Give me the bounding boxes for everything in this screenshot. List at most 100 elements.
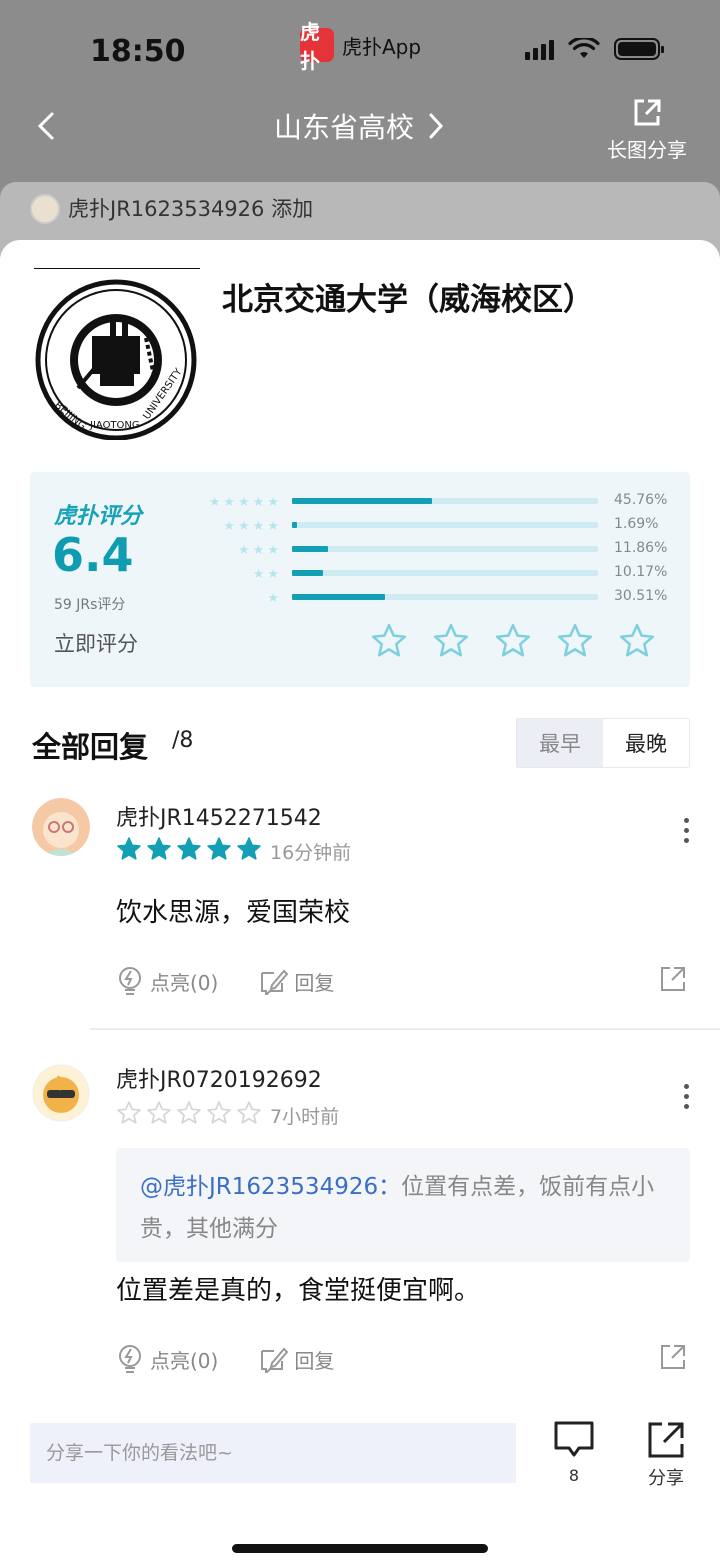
star-filled-icon (117, 837, 141, 860)
rating-count: 59 JRs评分 (54, 597, 126, 613)
sort-latest-button[interactable]: 最晚 (603, 719, 689, 767)
distribution-stars: ★★★★★ (208, 495, 282, 510)
signal-icon (525, 38, 554, 60)
avatar[interactable] (32, 1064, 90, 1122)
long-image-share-button[interactable]: 长图分享 (602, 98, 692, 163)
school-name: 北京交通大学（威海校区） (222, 282, 594, 318)
distribution-percent: 10.17% (614, 564, 668, 580)
distribution-bar-track (292, 594, 598, 600)
comment-username[interactable]: 虎扑JR0720192692 (116, 1062, 322, 1094)
reply-label: 回复 (294, 970, 335, 995)
sort-toggle: 最早 最晚 (516, 718, 690, 768)
like-button[interactable]: 点亮(0) (116, 1344, 218, 1374)
battery-icon (614, 38, 664, 60)
distribution-percent: 45.76% (614, 492, 668, 508)
school-logo: BEIJING JIAOTONG UNIVERSITY (34, 268, 200, 440)
status-time: 18:50 (90, 34, 186, 69)
rating-panel: 虎扑评分 6.4 59 JRs评分 立即评分 ★★★★★ 45.76% ★★★★ 1.… (30, 472, 690, 687)
sort-earliest-button[interactable]: 最早 (517, 719, 603, 767)
share-comment-icon[interactable] (660, 966, 686, 992)
distribution-row: ★★★★ 1.69% (190, 516, 670, 540)
distribution-percent: 30.51% (614, 588, 668, 604)
distribution-row: ★★★ 11.86% (190, 540, 670, 564)
divider (90, 1028, 720, 1030)
app-badge: 虎扑 虎扑App (300, 20, 422, 73)
lightbulb-icon (119, 1345, 141, 1373)
bottom-bar: 分享一下你的看法吧~ 8 分享 (0, 1420, 720, 1561)
like-button[interactable]: 点亮(0) (116, 966, 218, 996)
star-outline-icon (207, 1101, 231, 1124)
average-score: 6.4 (52, 528, 134, 582)
star-outline-icon[interactable] (618, 622, 656, 660)
star-filled-icon (147, 837, 171, 860)
distribution-bar-fill (292, 594, 386, 600)
distribution-bar-fill (292, 570, 324, 576)
home-indicator (232, 1544, 488, 1553)
edit-reply-icon (261, 1347, 289, 1373)
university-seal-icon: BEIJING JIAOTONG UNIVERSITY (35, 279, 197, 440)
star-filled-icon (177, 837, 201, 860)
more-options-icon[interactable] (682, 818, 690, 848)
comments-button[interactable]: 8 (552, 1420, 596, 1485)
reply-button[interactable]: 回复 (258, 1345, 334, 1374)
comment-time: 7小时前 (270, 1106, 340, 1128)
star-filled-icon (207, 837, 231, 860)
comment-bubble-icon (554, 1421, 594, 1457)
comment-body: 位置差是真的，食堂挺便宜啊。 (116, 1276, 481, 1306)
nav-title-text: 山东省高校 (273, 111, 414, 144)
star-outline-icon[interactable] (370, 622, 408, 660)
edit-reply-icon (261, 969, 289, 995)
star-outline-icon (237, 1101, 261, 1124)
share-button[interactable]: 分享 (640, 1420, 692, 1490)
reply-button[interactable]: 回复 (258, 967, 334, 996)
share-comment-icon[interactable] (660, 1344, 686, 1370)
distribution-bar-fill (292, 522, 298, 528)
star-filled-icon (237, 837, 261, 860)
hupu-app-icon: 虎扑 (300, 20, 334, 73)
star-outline-icon (117, 1101, 141, 1124)
comment-input[interactable]: 分享一下你的看法吧~ (30, 1423, 516, 1483)
rating-distribution: ★★★★★ 45.76% ★★★★ 1.69% ★★★ 11.86% ★★ 10.17% ★ 30… (190, 492, 670, 612)
comment-rating (116, 836, 262, 862)
star-outline-icon[interactable] (556, 622, 594, 660)
distribution-row: ★★ 10.17% (190, 564, 670, 588)
wifi-icon (568, 38, 600, 58)
app-name: 虎扑App (342, 34, 422, 59)
lightbulb-icon (119, 967, 141, 995)
distribution-bar-fill (292, 498, 433, 504)
quote-username[interactable]: @虎扑JR1623534926： (140, 1174, 401, 1200)
share-label: 分享 (648, 1468, 684, 1489)
rate-stars-input[interactable] (370, 622, 656, 660)
svg-text:JIAOTONG: JIAOTONG (89, 420, 140, 431)
status-icons (525, 38, 664, 60)
reply-label: 回复 (294, 1348, 335, 1373)
distribution-bar-track (292, 546, 598, 552)
rate-now-label[interactable]: 立即评分 (54, 628, 138, 658)
share-label: 长图分享 (607, 138, 687, 162)
distribution-stars: ★ (267, 591, 282, 606)
quoted-comment[interactable]: @虎扑JR1623534926：位置有点差，饭前有点小贵，其他满分 (116, 1148, 690, 1262)
star-outline-icon[interactable] (432, 622, 470, 660)
share-icon (634, 99, 661, 126)
distribution-stars: ★★★★ (223, 519, 282, 534)
distribution-row: ★★★★★ 45.76% (190, 492, 670, 516)
replies-count: /8 (172, 728, 194, 753)
comment-actions: 点亮(0) 回复 (116, 966, 334, 996)
content-card: BEIJING JIAOTONG UNIVERSITY 北京交通大学（威海校区）… (0, 240, 720, 1561)
like-label: 点亮(0) (150, 1348, 219, 1373)
more-options-icon[interactable] (682, 1084, 690, 1114)
like-label: 点亮(0) (150, 970, 219, 995)
added-by-text: 虎扑JR1623534926 添加 (68, 197, 314, 221)
distribution-stars: ★★★ (238, 543, 282, 558)
distribution-row: ★ 30.51% (190, 588, 670, 612)
distribution-bar-fill (292, 546, 329, 552)
avatar[interactable] (32, 798, 90, 856)
distribution-bar-track (292, 570, 598, 576)
distribution-bar-track (292, 498, 598, 504)
comment-username[interactable]: 虎扑JR1452271542 (116, 800, 322, 832)
distribution-stars: ★★ (252, 567, 282, 582)
distribution-percent: 1.69% (614, 516, 659, 532)
star-outline-icon[interactable] (494, 622, 532, 660)
avatar (30, 194, 60, 224)
replies-title: 全部回复 (32, 730, 149, 764)
